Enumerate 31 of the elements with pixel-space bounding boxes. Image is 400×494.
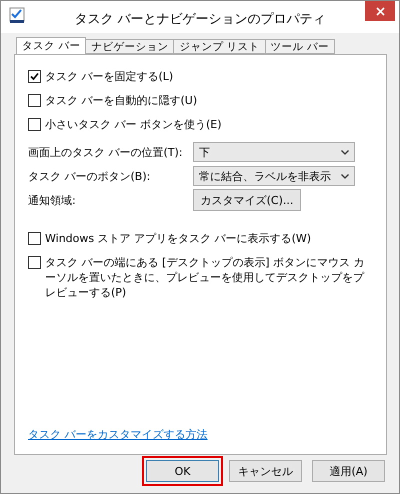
checkbox-label: タスク バーを自動的に隠す(U) — [45, 93, 198, 108]
customize-button[interactable]: カスタマイズ(C)... — [193, 189, 301, 211]
close-icon — [376, 6, 384, 16]
tab[interactable]: ナビゲーション — [85, 39, 174, 54]
help-link[interactable]: タスク バーをカスタマイズする方法 — [28, 427, 372, 442]
checkbox-label: Windows ストア アプリをタスク バーに表示する(W) — [45, 231, 312, 246]
dropdown[interactable]: 常に結合、ラベルを非表示 — [193, 166, 355, 186]
tab[interactable]: ジャンプ リスト — [173, 39, 266, 54]
window-title: タスク バーとナビゲーションのプロパティ — [73, 11, 327, 28]
close-button[interactable] — [365, 1, 395, 21]
checkbox[interactable] — [28, 118, 41, 131]
setting-label: 画面上のタスク バーの位置(T): — [28, 144, 184, 160]
dialog-button[interactable]: キャンセル — [229, 460, 302, 482]
dropdown[interactable]: 下 — [193, 142, 355, 162]
dialog-button[interactable]: 適用(A) — [312, 460, 385, 482]
check-icon — [30, 72, 39, 81]
app-icon — [9, 7, 25, 24]
checkbox[interactable] — [28, 256, 41, 269]
checkbox[interactable] — [28, 232, 41, 245]
checkbox[interactable] — [28, 94, 41, 107]
tab[interactable]: タスク バー — [16, 37, 86, 54]
setting-label: タスク バーのボタン(B): — [28, 168, 152, 184]
checkbox-label: タスク バーの端にある [デスクトップの表示] ボタンにマウス カーソルを置いたときに、プレビューを使用してデスクトップをプレビューする(P) — [45, 255, 366, 300]
checkbox-label: タスク バーを固定する(L) — [45, 69, 174, 84]
dialog-button[interactable]: OK — [146, 460, 219, 482]
setting-label: 通知領域: — [28, 192, 77, 208]
chevron-down-icon — [341, 174, 349, 178]
tab[interactable]: ツール バー — [264, 39, 336, 54]
checkbox[interactable] — [28, 70, 41, 83]
checkbox-label: 小さいタスク バー ボタンを使う(E) — [45, 117, 222, 132]
chevron-down-icon — [341, 150, 349, 154]
